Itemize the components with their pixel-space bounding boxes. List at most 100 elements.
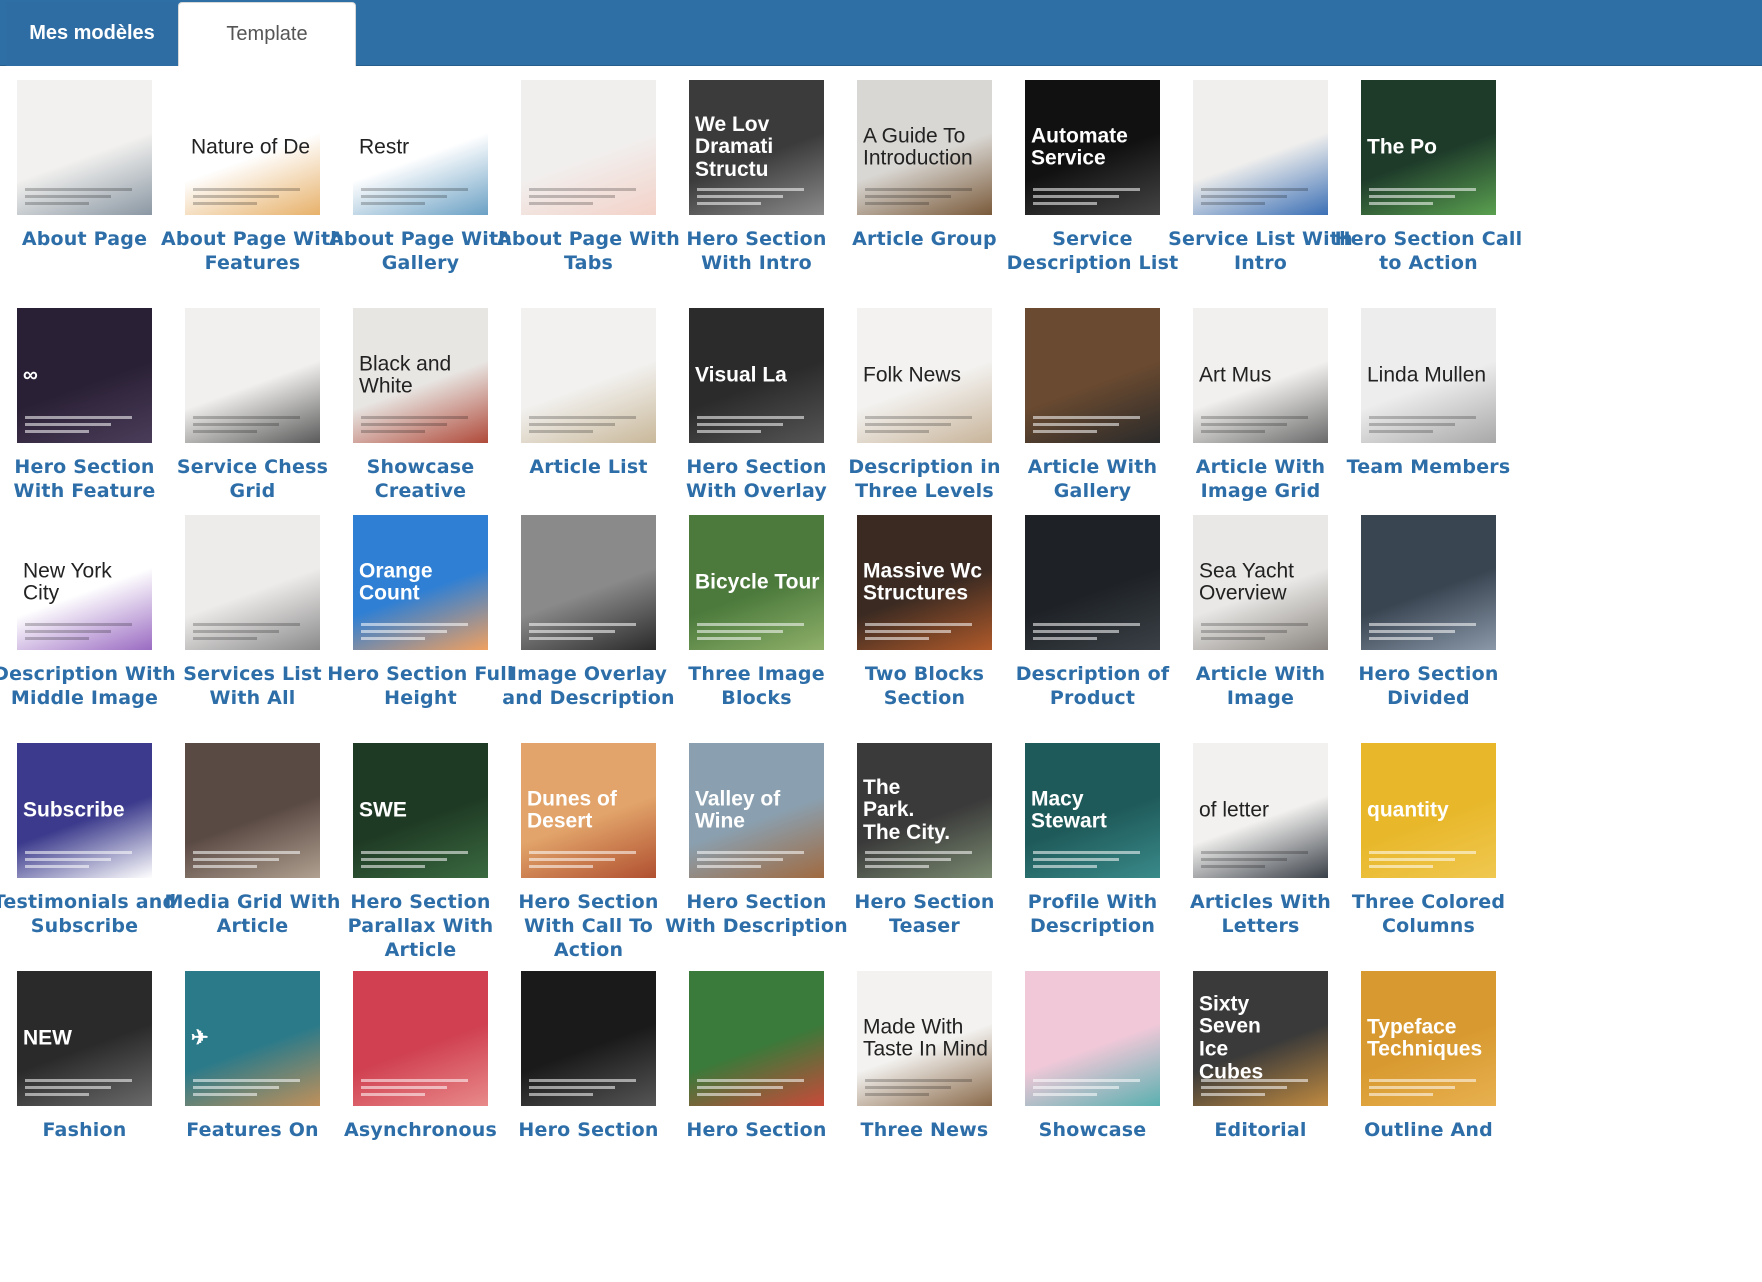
template-thumbnail[interactable] <box>353 971 488 1106</box>
template-thumbnail[interactable]: NEW <box>17 971 152 1106</box>
template-title[interactable]: Fashion <box>0 1118 179 1142</box>
template-title[interactable]: Article With Image <box>1166 662 1355 710</box>
template-thumbnail[interactable]: Black and White <box>353 308 488 443</box>
template-thumbnail[interactable]: quantity <box>1361 743 1496 878</box>
template-card[interactable]: Image Overlay and Description <box>494 515 683 710</box>
template-card[interactable]: Media Grid With Article <box>158 743 347 938</box>
template-thumbnail[interactable] <box>185 515 320 650</box>
template-thumbnail[interactable]: Valley of Wine <box>689 743 824 878</box>
template-title[interactable]: Hero Section With Call To Action <box>494 890 683 962</box>
template-title[interactable]: Article List <box>494 455 683 479</box>
template-thumbnail[interactable]: The Po <box>1361 80 1496 215</box>
template-title[interactable]: Hero Section <box>494 1118 683 1142</box>
template-card[interactable]: ∞ Hero Section With Feature <box>0 308 179 503</box>
template-title[interactable]: Service Chess Grid <box>158 455 347 503</box>
template-thumbnail[interactable]: Linda Mullen <box>1361 308 1496 443</box>
template-thumbnail[interactable]: New York City <box>17 515 152 650</box>
template-thumbnail[interactable] <box>1193 80 1328 215</box>
template-title[interactable]: Hero Section With Description <box>662 890 851 938</box>
tab-mes-modeles[interactable]: Mes modèles <box>6 2 178 66</box>
template-card[interactable]: Valley of Wine Hero Section With Descript… <box>662 743 851 938</box>
template-card[interactable]: Black and White Showcase Creative <box>326 308 515 503</box>
template-thumbnail[interactable] <box>689 971 824 1106</box>
template-card[interactable]: Service Chess Grid <box>158 308 347 503</box>
template-card[interactable]: The Park. The City. Hero Section Teaser <box>830 743 1019 938</box>
template-title[interactable]: Hero Section With Intro <box>662 227 851 275</box>
template-card[interactable]: Services List With All <box>158 515 347 710</box>
template-title[interactable]: Showcase <box>998 1118 1187 1142</box>
template-card[interactable]: Sixty Seven Ice Cubes Editorial <box>1166 971 1355 1142</box>
template-thumbnail[interactable] <box>185 743 320 878</box>
template-card[interactable]: SWE Hero Section Parallax With Article <box>326 743 515 962</box>
template-card[interactable]: The Po Hero Section Call to Action <box>1334 80 1523 275</box>
template-title[interactable]: Description With Middle Image <box>0 662 179 710</box>
template-title[interactable]: Features On <box>158 1118 347 1142</box>
template-thumbnail[interactable]: ∞ <box>17 308 152 443</box>
template-title[interactable]: Service Description List <box>998 227 1187 275</box>
template-card[interactable]: Service List With Intro <box>1166 80 1355 275</box>
template-title[interactable]: Hero Section With Feature <box>0 455 179 503</box>
template-title[interactable]: Hero Section <box>662 1118 851 1142</box>
template-thumbnail[interactable] <box>185 308 320 443</box>
template-title[interactable]: Outline And <box>1334 1118 1523 1142</box>
template-card[interactable]: New York City Description With Middle Ima… <box>0 515 179 710</box>
template-title[interactable]: About Page With Gallery <box>326 227 515 275</box>
template-title[interactable]: Showcase Creative <box>326 455 515 503</box>
template-title[interactable]: Articles With Letters <box>1166 890 1355 938</box>
template-card[interactable]: Automate Service Service Description List <box>998 80 1187 275</box>
template-thumbnail[interactable] <box>521 308 656 443</box>
template-card[interactable]: Asynchronous <box>326 971 515 1142</box>
template-thumbnail[interactable]: SWE <box>353 743 488 878</box>
template-card[interactable]: Massive Wc Structures Two Blocks Section <box>830 515 1019 710</box>
template-card[interactable]: Art Mus Article With Image Grid <box>1166 308 1355 503</box>
template-card[interactable]: quantity Three Colored Columns <box>1334 743 1523 938</box>
tab-template-library[interactable]: Template library <box>178 2 356 107</box>
template-card[interactable]: About Page <box>0 80 179 251</box>
template-title[interactable]: Hero Section Parallax With Article <box>326 890 515 962</box>
template-thumbnail[interactable] <box>521 80 656 215</box>
template-card[interactable]: ✈ Features On <box>158 971 347 1142</box>
template-title[interactable]: Three Image Blocks <box>662 662 851 710</box>
template-title[interactable]: Profile With Description <box>998 890 1187 938</box>
template-card[interactable]: A Guide To Introduction Article Group <box>830 80 1019 251</box>
template-title[interactable]: Article Group <box>830 227 1019 251</box>
template-thumbnail[interactable]: Bicycle Tour <box>689 515 824 650</box>
template-title[interactable]: Service List With Intro <box>1166 227 1355 275</box>
template-thumbnail[interactable]: Macy Stewart <box>1025 743 1160 878</box>
template-title[interactable]: Article With Gallery <box>998 455 1187 503</box>
template-title[interactable]: Description of Product <box>998 662 1187 710</box>
template-card[interactable]: Folk News Description in Three Levels <box>830 308 1019 503</box>
template-thumbnail[interactable]: of letter <box>1193 743 1328 878</box>
template-card[interactable]: Hero Section <box>494 971 683 1142</box>
template-title[interactable]: Article With Image Grid <box>1166 455 1355 503</box>
template-thumbnail[interactable]: ✈ <box>185 971 320 1106</box>
template-thumbnail[interactable]: We Lov Dramati Structu <box>689 80 824 215</box>
template-thumbnail[interactable] <box>521 515 656 650</box>
template-title[interactable]: Description in Three Levels <box>830 455 1019 503</box>
template-card[interactable]: Article With Gallery <box>998 308 1187 503</box>
template-card[interactable]: of letter Articles With Letters <box>1166 743 1355 938</box>
template-thumbnail[interactable]: Typeface Techniques <box>1361 971 1496 1106</box>
template-card[interactable]: Macy Stewart Profile With Description <box>998 743 1187 938</box>
template-card[interactable]: Subscribe Testimonials and Subscribe <box>0 743 179 938</box>
template-card[interactable]: Description of Product <box>998 515 1187 710</box>
template-title[interactable]: Three News <box>830 1118 1019 1142</box>
template-card[interactable]: NEW Fashion <box>0 971 179 1142</box>
template-card[interactable]: Article List <box>494 308 683 479</box>
template-card[interactable]: We Lov Dramati Structu Hero Section With … <box>662 80 851 275</box>
template-thumbnail[interactable] <box>521 971 656 1106</box>
template-title[interactable]: Media Grid With Article <box>158 890 347 938</box>
template-card[interactable]: Orange Count Hero Section Full Height <box>326 515 515 710</box>
template-title[interactable]: Hero Section Teaser <box>830 890 1019 938</box>
template-thumbnail[interactable]: Folk News <box>857 308 992 443</box>
template-thumbnail[interactable]: Subscribe <box>17 743 152 878</box>
template-card[interactable]: Hero Section <box>662 971 851 1142</box>
template-thumbnail[interactable]: Art Mus <box>1193 308 1328 443</box>
template-thumbnail[interactable]: Sixty Seven Ice Cubes <box>1193 971 1328 1106</box>
template-card[interactable]: Bicycle Tour Three Image Blocks <box>662 515 851 710</box>
template-title[interactable]: Testimonials and Subscribe <box>0 890 179 938</box>
template-thumbnail[interactable]: Automate Service <box>1025 80 1160 215</box>
template-title[interactable]: Image Overlay and Description <box>494 662 683 710</box>
template-card[interactable]: Restr About Page With Gallery <box>326 80 515 275</box>
template-thumbnail[interactable]: Made With Taste In Mind <box>857 971 992 1106</box>
